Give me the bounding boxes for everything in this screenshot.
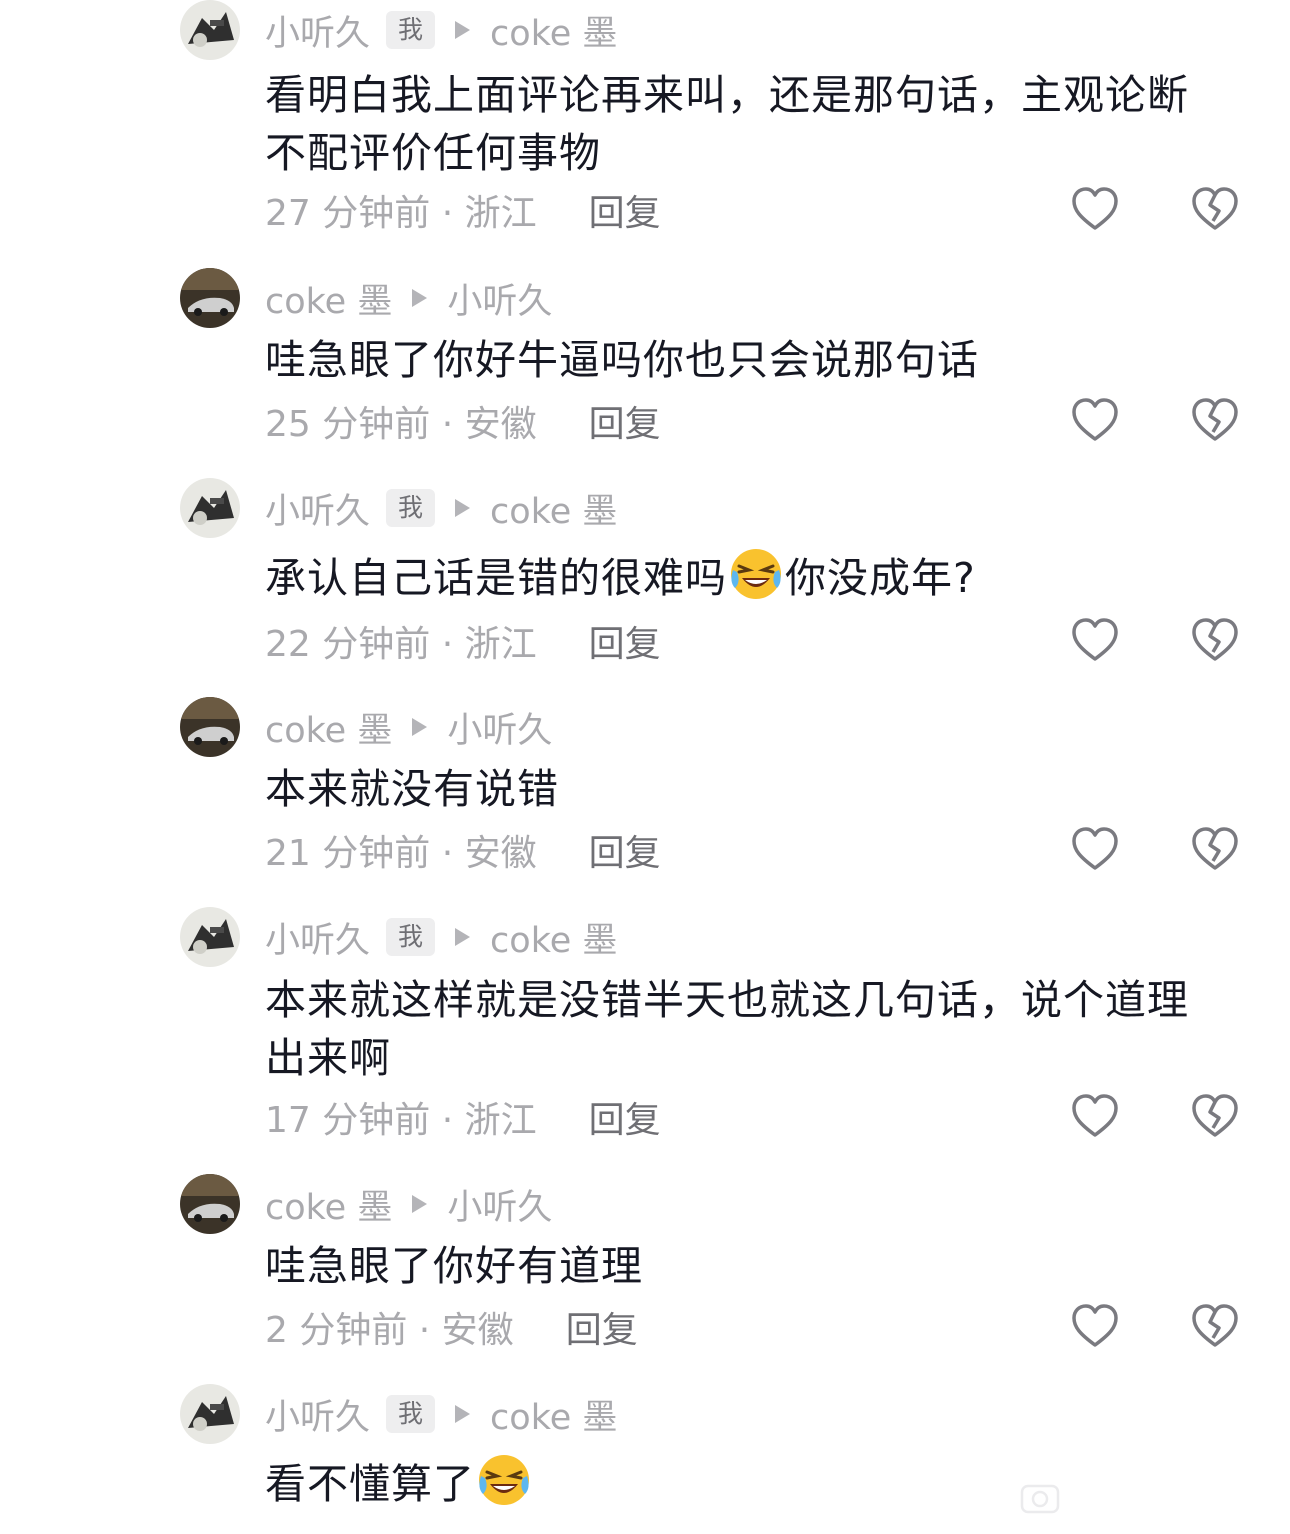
- reply-target-name[interactable]: coke 墨: [490, 912, 617, 963]
- avatar[interactable]: [180, 478, 240, 538]
- time-location: 2 分钟前 · 安徽: [265, 1310, 514, 1351]
- comment-text: 承认自己话是错的很难吗 你没成年?: [265, 544, 1245, 607]
- reply-arrow-icon: [412, 1195, 428, 1213]
- comment-text-line: 看明白我上面评论再来叫，还是那句话，主观论断: [265, 71, 1189, 119]
- avatar[interactable]: [180, 907, 240, 967]
- author-name[interactable]: coke 墨: [265, 273, 392, 324]
- broken-heart-icon[interactable]: [1190, 825, 1240, 875]
- comment-text-line: 哇急眼了你好牛逼吗你也只会说那句话: [265, 336, 979, 384]
- comment-text: 看不懂算了: [265, 1450, 1245, 1513]
- comment-text: 哇急眼了你好牛逼吗你也只会说那句话: [265, 331, 1245, 389]
- comment-text-segment: 承认自己话是错的很难吗: [265, 554, 727, 602]
- comment-text-line: 出来啊: [265, 1034, 391, 1082]
- avatar[interactable]: [180, 268, 240, 328]
- me-badge: 我: [386, 1395, 436, 1433]
- me-badge: 我: [386, 11, 436, 49]
- avatar[interactable]: [180, 1174, 240, 1234]
- reply-target-name[interactable]: 小听久: [447, 1179, 552, 1230]
- reply-button[interactable]: 回复: [589, 1091, 661, 1143]
- heart-icon[interactable]: [1070, 616, 1120, 666]
- me-badge: 我: [386, 489, 436, 527]
- heart-icon[interactable]: [1070, 1302, 1120, 1352]
- camera-icon[interactable]: [1018, 1476, 1062, 1520]
- time-location: 21 分钟前 · 安徽: [265, 833, 537, 874]
- reply-button[interactable]: 回复: [566, 1301, 638, 1353]
- comment-text-line: 哇急眼了你好有道理: [265, 1242, 643, 1290]
- reply-target-name[interactable]: coke 墨: [490, 483, 617, 534]
- reply-target-name[interactable]: 小听久: [447, 702, 552, 753]
- reply-arrow-icon: [455, 1405, 471, 1423]
- reply-target-name[interactable]: coke 墨: [490, 5, 617, 56]
- comment-footer: 21 分钟前 · 安徽 回复: [265, 825, 661, 875]
- broken-heart-icon[interactable]: [1190, 616, 1240, 666]
- comment-meta: 小听久 我 coke 墨: [265, 5, 617, 55]
- broken-heart-icon[interactable]: [1190, 185, 1240, 235]
- heart-icon[interactable]: [1070, 825, 1120, 875]
- avatar[interactable]: [180, 0, 240, 60]
- comment-text: 本来就没有说错: [265, 760, 1245, 818]
- time-location: 22 分钟前 · 浙江: [265, 624, 537, 665]
- comment-footer: 27 分钟前 · 浙江 回复: [265, 185, 661, 235]
- avatar[interactable]: [180, 697, 240, 757]
- reply-button[interactable]: 回复: [589, 824, 661, 876]
- reply-button[interactable]: 回复: [589, 184, 661, 236]
- avatar[interactable]: [180, 1384, 240, 1444]
- broken-heart-icon[interactable]: [1190, 1092, 1240, 1142]
- author-name[interactable]: 小听久: [265, 5, 370, 56]
- comment-text: 看明白我上面评论再来叫，还是那句话，主观论断 不配评价任何事物: [265, 66, 1245, 182]
- heart-icon[interactable]: [1070, 1092, 1120, 1142]
- comment-text-segment: 看不懂算了: [265, 1460, 475, 1508]
- comment-thread: 小听久 我 coke 墨 看明白我上面评论再来叫，还是那句话，主观论断 不配评价…: [0, 0, 1290, 1534]
- time-location: 17 分钟前 · 浙江: [265, 1100, 537, 1141]
- comment-text-line: 不配评价任何事物: [265, 129, 601, 177]
- reply-arrow-icon: [455, 928, 471, 946]
- grinning-squinting-tears-emoji-icon: [479, 1455, 529, 1505]
- comment-text-segment: 你没成年?: [785, 554, 976, 602]
- reply-target-name[interactable]: 小听久: [447, 273, 552, 324]
- comment-meta: coke 墨 小听久: [265, 702, 552, 752]
- time-location: 27 分钟前 · 浙江: [265, 193, 537, 234]
- author-name[interactable]: 小听久: [265, 1389, 370, 1440]
- author-name[interactable]: 小听久: [265, 483, 370, 534]
- reply-target-name[interactable]: coke 墨: [490, 1389, 617, 1440]
- comment-meta: 小听久 我 coke 墨: [265, 912, 617, 962]
- reply-arrow-icon: [455, 21, 471, 39]
- comment-meta: coke 墨 小听久: [265, 1179, 552, 1229]
- author-name[interactable]: 小听久: [265, 912, 370, 963]
- comment-footer: 22 分钟前 · 浙江 回复: [265, 616, 661, 666]
- comment-text: 哇急眼了你好有道理: [265, 1237, 1245, 1295]
- heart-icon[interactable]: [1070, 185, 1120, 235]
- author-name[interactable]: coke 墨: [265, 702, 392, 753]
- heart-icon[interactable]: [1070, 396, 1120, 446]
- comment-text-line: 本来就这样就是没错半天也就这几句话，说个道理: [265, 976, 1189, 1024]
- comment-meta: coke 墨 小听久: [265, 273, 552, 323]
- time-location: 25 分钟前 · 安徽: [265, 404, 537, 445]
- comment-meta: 小听久 我 coke 墨: [265, 1389, 617, 1439]
- reply-arrow-icon: [412, 718, 428, 736]
- comment-text-line: 本来就没有说错: [265, 765, 559, 813]
- comment-footer: 2 分钟前 · 安徽 回复: [265, 1302, 638, 1352]
- broken-heart-icon[interactable]: [1190, 1302, 1240, 1352]
- reply-arrow-icon: [455, 499, 471, 517]
- grinning-squinting-tears-emoji-icon: [731, 549, 781, 599]
- reply-button[interactable]: 回复: [589, 395, 661, 447]
- comment-footer: 25 分钟前 · 安徽 回复: [265, 396, 661, 446]
- reply-button[interactable]: 回复: [589, 615, 661, 667]
- reply-arrow-icon: [412, 289, 428, 307]
- author-name[interactable]: coke 墨: [265, 1179, 392, 1230]
- me-badge: 我: [386, 918, 436, 956]
- comment-text: 本来就这样就是没错半天也就这几句话，说个道理 出来啊: [265, 971, 1245, 1087]
- comment-meta: 小听久 我 coke 墨: [265, 483, 617, 533]
- broken-heart-icon[interactable]: [1190, 396, 1240, 446]
- comment-footer: 17 分钟前 · 浙江 回复: [265, 1092, 661, 1142]
